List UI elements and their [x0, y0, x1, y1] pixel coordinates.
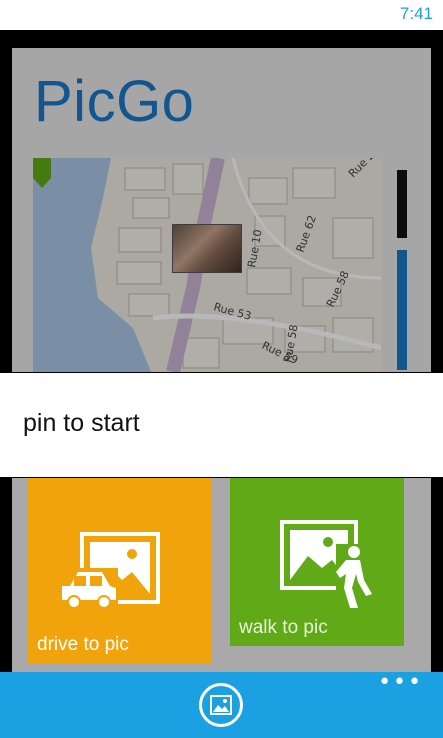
tile-label-walk: walk to pic	[239, 617, 328, 638]
more-options-button[interactable]: •••	[378, 672, 423, 694]
clock: 7:41	[399, 4, 433, 23]
car-picture-icon	[58, 532, 160, 609]
picture-icon	[210, 695, 232, 715]
app-bar: •••	[0, 672, 443, 738]
status-bar: 7:41	[0, 0, 443, 30]
tile-label-drive: drive to pic	[37, 634, 129, 655]
menu-item-pin-to-start[interactable]: pin to start	[23, 409, 140, 438]
walk-to-pic-tile[interactable]: walk to pic	[230, 478, 404, 646]
appbar-picture-button[interactable]	[199, 683, 243, 727]
drive-to-pic-tile[interactable]: drive to pic	[28, 478, 212, 663]
context-menu: pin to start	[0, 372, 443, 478]
walker-picture-icon	[280, 520, 372, 612]
